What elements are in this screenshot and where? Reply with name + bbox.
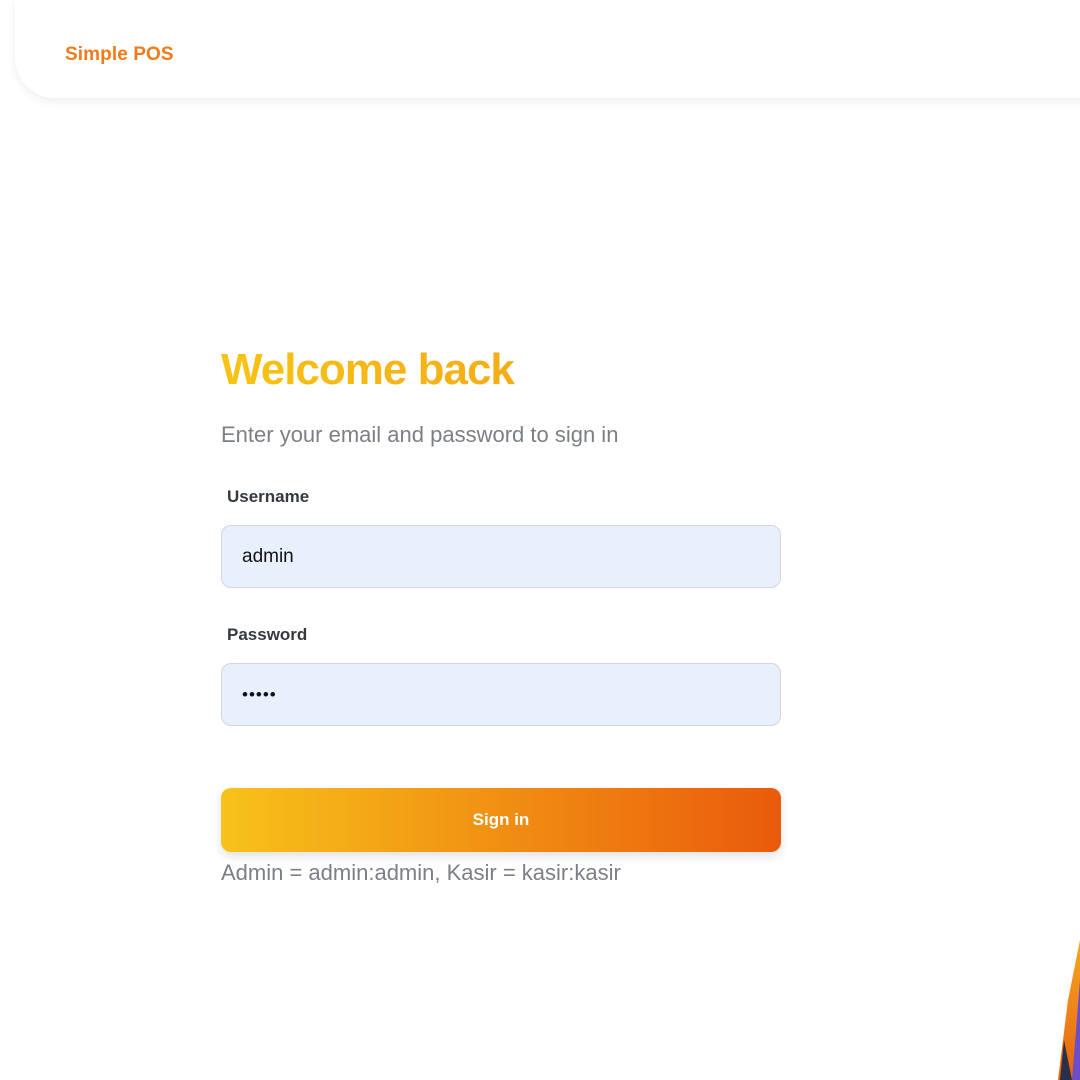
password-label: Password: [227, 625, 308, 644]
top-navbar: Simple POS: [15, 0, 1080, 98]
brand-link[interactable]: Simple POS: [65, 44, 174, 66]
page-subtitle: Enter your email and password to sign in: [221, 422, 619, 447]
username-label: Username: [227, 487, 310, 506]
password-input[interactable]: [221, 663, 781, 726]
username-input[interactable]: [221, 525, 781, 588]
page-title: Welcome back: [221, 340, 781, 400]
login-form: Welcome back Enter your email and passwo…: [221, 340, 781, 888]
decorative-illustration: [1058, 940, 1080, 1080]
credentials-hint: Admin = admin:admin, Kasir = kasir:kasir: [221, 860, 621, 885]
sign-in-button[interactable]: Sign in: [221, 788, 781, 852]
